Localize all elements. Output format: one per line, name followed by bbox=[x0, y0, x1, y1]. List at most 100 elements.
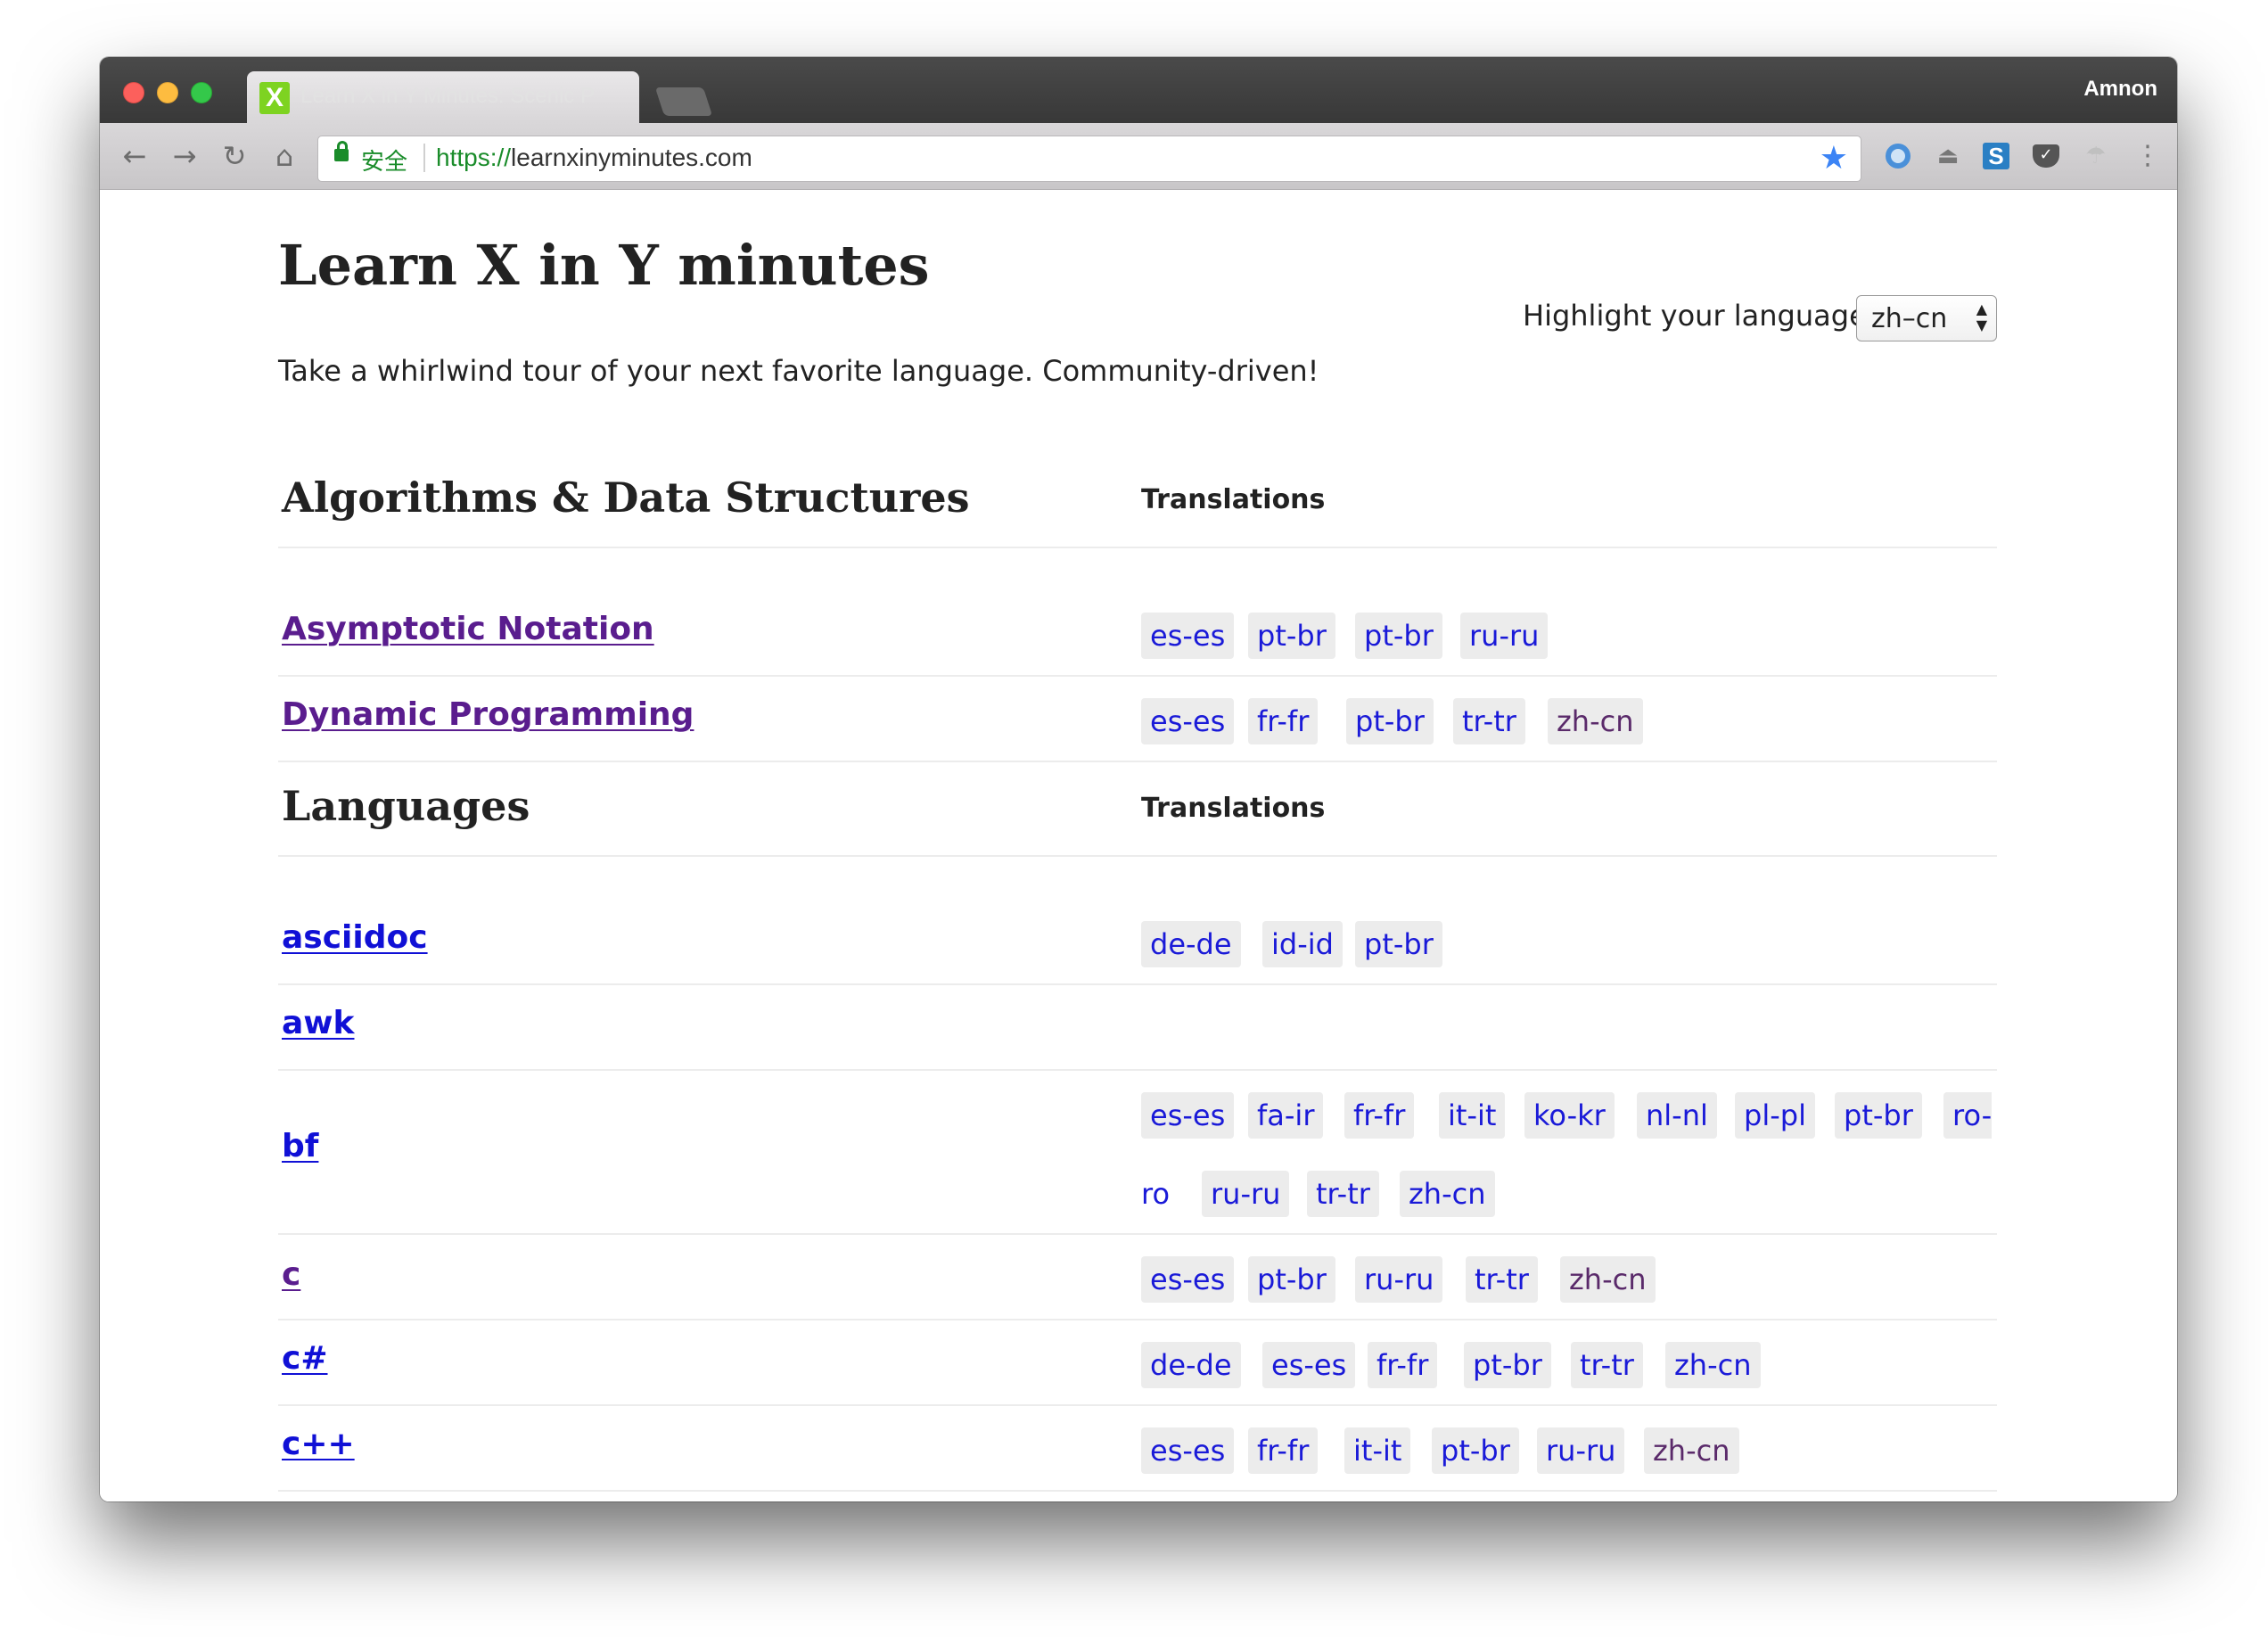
tab-title: Learn X in Y Minutes: Scenic P bbox=[300, 84, 595, 108]
translation-tag[interactable]: es-es bbox=[1141, 1427, 1235, 1474]
translation-tag[interactable]: es-es bbox=[1262, 1342, 1356, 1388]
extension-download-icon[interactable]: ⏏ bbox=[1933, 141, 1963, 171]
page-tagline: Take a whirlwind tour of your next favor… bbox=[278, 354, 1319, 388]
translation-tag-highlighted[interactable]: zh-cn bbox=[1644, 1427, 1739, 1474]
topic-link-awk[interactable]: awk bbox=[282, 1005, 355, 1041]
extension-s-icon[interactable]: S bbox=[1981, 141, 2011, 171]
forward-icon[interactable]: → bbox=[168, 139, 201, 173]
translation-tag[interactable]: fr-fr bbox=[1248, 1427, 1319, 1474]
translations-header: Translations bbox=[1141, 793, 1326, 824]
close-window-button[interactable] bbox=[123, 82, 144, 103]
translation-tag[interactable]: zh-cn bbox=[1400, 1171, 1495, 1217]
translation-tag[interactable]: ro- bbox=[1943, 1092, 1993, 1139]
translation-tag[interactable]: zh-cn bbox=[1665, 1342, 1761, 1388]
translation-tag[interactable]: es-es bbox=[1141, 1256, 1235, 1303]
translation-tag[interactable]: nl-nl bbox=[1637, 1092, 1717, 1139]
translation-tag[interactable]: pt-br bbox=[1355, 921, 1442, 967]
translation-tag[interactable]: id-id bbox=[1262, 921, 1343, 967]
translation-tag-highlighted[interactable]: zh-cn bbox=[1560, 1256, 1656, 1303]
translation-tag[interactable]: pt-br bbox=[1346, 698, 1434, 744]
translation-tag[interactable]: ru-ru bbox=[1537, 1427, 1625, 1474]
menu-icon[interactable]: ⋮ bbox=[2132, 141, 2163, 171]
translation-tag[interactable]: ru-ru bbox=[1460, 613, 1549, 659]
highlight-language-value: zh–cn bbox=[1871, 303, 1948, 334]
url-host: learnxinyminutes.com bbox=[511, 144, 752, 171]
translation-tag[interactable]: fa-ir bbox=[1248, 1092, 1324, 1139]
topic-link-csharp[interactable]: c# bbox=[282, 1340, 328, 1377]
divider bbox=[278, 761, 1997, 762]
divider bbox=[278, 1319, 1997, 1320]
translation-tag[interactable]: fr-fr bbox=[1248, 698, 1319, 744]
extension-disabled-icon[interactable]: ☂ bbox=[2081, 141, 2111, 171]
lock-icon bbox=[334, 141, 349, 161]
minimize-window-button[interactable] bbox=[157, 82, 178, 103]
topic-link-asciidoc[interactable]: asciidoc bbox=[282, 919, 428, 956]
url-text[interactable]: https://learnxinyminutes.com bbox=[436, 144, 752, 172]
favicon-icon: X bbox=[259, 82, 290, 114]
translation-tag[interactable]: es-es bbox=[1141, 1092, 1235, 1139]
title-bar: X Learn X in Y Minutes: Scenic P Amnon bbox=[100, 57, 2177, 125]
translation-tag[interactable]: pt-br bbox=[1355, 613, 1442, 659]
reload-icon[interactable]: ↻ bbox=[218, 139, 251, 173]
divider bbox=[278, 1490, 1997, 1492]
url-divider bbox=[423, 144, 425, 172]
translation-tag[interactable]: fr-fr bbox=[1368, 1342, 1438, 1388]
divider bbox=[278, 983, 1997, 985]
translations-header: Translations bbox=[1141, 484, 1326, 515]
translation-tag[interactable]: it-it bbox=[1344, 1427, 1411, 1474]
bookmark-star-icon[interactable]: ★ bbox=[1820, 140, 1848, 177]
extension-circle-icon[interactable] bbox=[1883, 141, 1913, 171]
translation-tag[interactable]: ru-ru bbox=[1202, 1171, 1290, 1217]
browser-toolbar: ← → ↻ ⌂ 安全 https://learnxinyminutes.com … bbox=[100, 123, 2177, 190]
divider bbox=[278, 1069, 1997, 1071]
address-bar[interactable]: 安全 https://learnxinyminutes.com ★ bbox=[317, 136, 1861, 182]
divider bbox=[278, 1404, 1997, 1406]
extension-pocket-icon[interactable]: ✓ bbox=[2031, 141, 2061, 171]
topic-link-cpp[interactable]: c++ bbox=[282, 1426, 355, 1462]
secure-label: 安全 bbox=[361, 149, 408, 176]
tab-active[interactable]: X Learn X in Y Minutes: Scenic P bbox=[247, 71, 639, 125]
section-title-algorithms: Algorithms & Data Structures bbox=[282, 473, 970, 522]
translation-tag[interactable]: es-es bbox=[1141, 613, 1235, 659]
divider bbox=[278, 547, 1997, 548]
browser-window: X Learn X in Y Minutes: Scenic P Amnon ←… bbox=[100, 57, 2177, 1501]
topic-link-dynamic-programming[interactable]: Dynamic Programming bbox=[282, 696, 694, 733]
translation-tag[interactable]: tr-tr bbox=[1307, 1171, 1379, 1217]
translation-tag[interactable]: ko-kr bbox=[1524, 1092, 1615, 1139]
translation-tag-highlighted[interactable]: zh-cn bbox=[1548, 698, 1643, 744]
translation-tag[interactable]: pl-pl bbox=[1735, 1092, 1815, 1139]
translation-tag[interactable]: pt-br bbox=[1464, 1342, 1551, 1388]
topic-link-asymptotic-notation[interactable]: Asymptotic Notation bbox=[282, 611, 654, 647]
translation-tag[interactable]: pt-br bbox=[1432, 1427, 1519, 1474]
topic-link-bf[interactable]: bf bbox=[282, 1128, 318, 1164]
translation-tag[interactable]: it-it bbox=[1439, 1092, 1506, 1139]
highlight-language-select[interactable]: zh–cn ▲ ▼ bbox=[1856, 295, 1997, 341]
divider bbox=[278, 675, 1997, 677]
translation-tag[interactable]: de-de bbox=[1141, 1342, 1241, 1388]
translation-tag[interactable]: pt-br bbox=[1248, 1256, 1335, 1303]
translation-tag[interactable]: pt-br bbox=[1248, 613, 1335, 659]
translation-tag[interactable]: tr-tr bbox=[1571, 1342, 1643, 1388]
highlight-language-label: Highlight your language: bbox=[1523, 299, 1877, 333]
translation-tag[interactable]: ro bbox=[1141, 1171, 1170, 1217]
divider bbox=[278, 1233, 1997, 1235]
section-title-languages: Languages bbox=[282, 782, 530, 830]
select-arrows-icon: ▲ ▼ bbox=[1976, 300, 1987, 333]
translation-tag[interactable]: es-es bbox=[1141, 698, 1235, 744]
profile-name[interactable]: Amnon bbox=[2083, 77, 2157, 102]
page-content: Learn X in Y minutes Take a whirlwind to… bbox=[100, 190, 2177, 1501]
translation-tag[interactable]: pt-br bbox=[1835, 1092, 1922, 1139]
home-icon[interactable]: ⌂ bbox=[267, 139, 301, 173]
translation-tag[interactable]: ru-ru bbox=[1355, 1256, 1443, 1303]
translation-tag[interactable]: fr-fr bbox=[1344, 1092, 1415, 1139]
divider bbox=[278, 855, 1997, 857]
translation-tag[interactable]: de-de bbox=[1141, 921, 1241, 967]
translation-tag[interactable]: tr-tr bbox=[1466, 1256, 1538, 1303]
topic-link-c[interactable]: c bbox=[282, 1256, 300, 1293]
url-scheme: https:// bbox=[436, 144, 512, 171]
back-icon[interactable]: ← bbox=[118, 139, 152, 173]
page-title: Learn X in Y minutes bbox=[278, 233, 930, 298]
translation-tag[interactable]: tr-tr bbox=[1453, 698, 1525, 744]
new-tab-button[interactable] bbox=[654, 87, 713, 116]
maximize-window-button[interactable] bbox=[191, 82, 212, 103]
